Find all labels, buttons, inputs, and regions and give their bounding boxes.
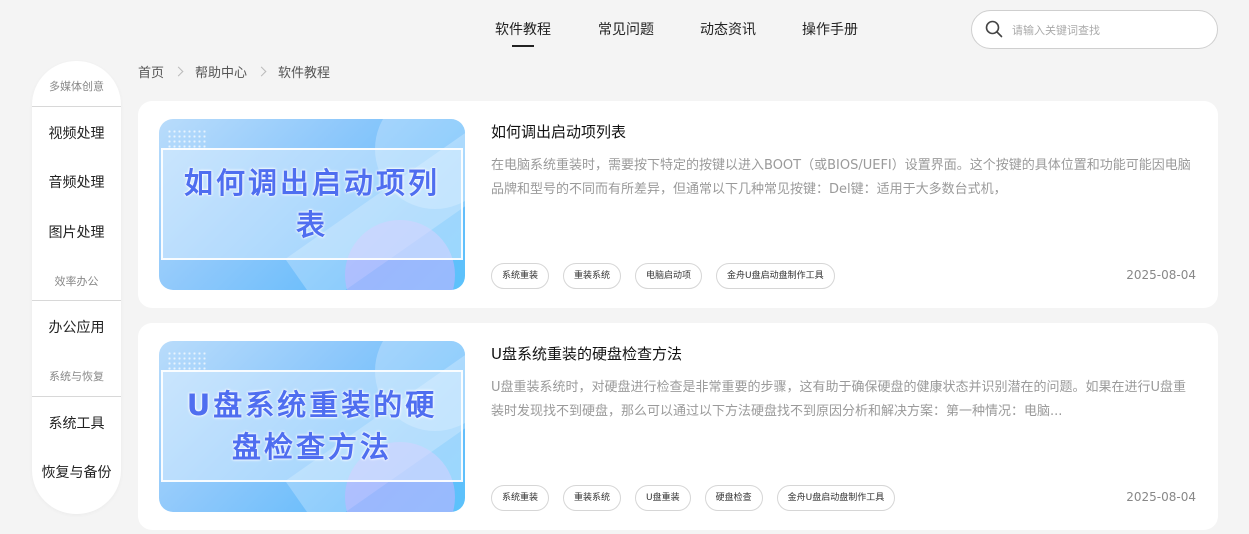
article-date: 2025-08-04 bbox=[1126, 490, 1196, 504]
article-tags: 系统重装 重装系统 电脑启动项 金舟U盘启动盘制作工具 bbox=[491, 263, 849, 289]
sidebar-group-multimedia: 多媒体创意 bbox=[49, 80, 104, 93]
chevron-right-icon bbox=[173, 66, 184, 76]
sidebar-item-office-apps[interactable]: 办公应用 bbox=[32, 317, 121, 337]
breadcrumb-home[interactable]: 首页 bbox=[138, 62, 164, 81]
sidebar-divider bbox=[32, 300, 121, 301]
nav-item-faq[interactable]: 常见问题 bbox=[598, 19, 654, 39]
nav-item-tutorials[interactable]: 软件教程 bbox=[495, 19, 551, 39]
sidebar-group-system: 系统与恢复 bbox=[49, 370, 104, 383]
top-nav: 软件教程 常见问题 动态资讯 操作手册 bbox=[0, 0, 1249, 58]
breadcrumb: 首页 帮助中心 软件教程 bbox=[138, 62, 331, 81]
search-box[interactable] bbox=[971, 10, 1218, 49]
article-title[interactable]: U盘系统重装的硬盘检查方法 bbox=[491, 343, 682, 364]
article-tags: 系统重装 重装系统 U盘重装 硬盘检查 金舟U盘启动盘制作工具 bbox=[491, 485, 909, 511]
thumbnail-title: U盘系统重装的硬盘检查方法 bbox=[186, 388, 438, 464]
article-tag[interactable]: 金舟U盘启动盘制作工具 bbox=[716, 263, 835, 289]
breadcrumb-current: 软件教程 bbox=[278, 65, 331, 81]
thumbnail-decoration bbox=[167, 351, 207, 371]
article-card: U盘系统重装的硬盘检查方法 U盘系统重装的硬盘检查方法 U盘重装系统时，对硬盘进… bbox=[138, 323, 1218, 530]
article-summary: 在电脑系统重装时，需要按下特定的按键以进入BOOT（或BIOS/UEFI）设置界… bbox=[491, 158, 1191, 197]
sidebar-item-video[interactable]: 视频处理 bbox=[32, 123, 121, 143]
nav-item-news[interactable]: 动态资讯 bbox=[700, 19, 756, 39]
article-tag[interactable]: 硬盘检查 bbox=[704, 485, 763, 511]
thumbnail-title: 如何调出启动项列表 bbox=[183, 166, 440, 242]
search-icon[interactable] bbox=[985, 20, 1003, 38]
breadcrumb-help-center[interactable]: 帮助中心 bbox=[195, 62, 247, 81]
article-tag[interactable]: 系统重装 bbox=[491, 485, 550, 511]
sidebar-divider bbox=[32, 396, 121, 397]
article-title[interactable]: 如何调出启动项列表 bbox=[491, 121, 626, 142]
sidebar-item-audio[interactable]: 音频处理 bbox=[32, 172, 121, 192]
sidebar-item-recovery-backup[interactable]: 恢复与备份 bbox=[32, 462, 121, 482]
article-tag[interactable]: 系统重装 bbox=[491, 263, 550, 289]
category-sidebar: 多媒体创意 视频处理 音频处理 图片处理 效率办公 办公应用 系统与恢复 系统工… bbox=[32, 61, 121, 514]
search-input[interactable] bbox=[1012, 20, 1207, 40]
sidebar-item-image[interactable]: 图片处理 bbox=[32, 222, 121, 242]
article-thumbnail[interactable]: 如何调出启动项列表 bbox=[159, 119, 465, 290]
article-tag[interactable]: 电脑启动项 bbox=[635, 263, 703, 289]
nav-item-manual[interactable]: 操作手册 bbox=[802, 19, 858, 39]
sidebar-item-system-tools[interactable]: 系统工具 bbox=[32, 413, 121, 433]
chevron-right-icon bbox=[256, 66, 267, 76]
article-tag[interactable]: 重装系统 bbox=[563, 485, 622, 511]
article-tag[interactable]: 重装系统 bbox=[563, 263, 622, 289]
article-tag[interactable]: U盘重装 bbox=[635, 485, 691, 511]
sidebar-divider bbox=[32, 106, 121, 107]
article-card: 如何调出启动项列表 如何调出启动项列表 在电脑系统重装时，需要按下特定的按键以进… bbox=[138, 101, 1218, 308]
article-tag[interactable]: 金舟U盘启动盘制作工具 bbox=[776, 485, 896, 511]
article-summary: U盘重装系统时，对硬盘进行检查是非常重要的步骤，这有助于确保硬盘的健康状态并识别… bbox=[491, 380, 1187, 419]
thumbnail-decoration bbox=[167, 129, 207, 149]
sidebar-group-office: 效率办公 bbox=[54, 275, 99, 288]
article-thumbnail[interactable]: U盘系统重装的硬盘检查方法 bbox=[159, 341, 465, 512]
article-date: 2025-08-04 bbox=[1126, 268, 1196, 282]
